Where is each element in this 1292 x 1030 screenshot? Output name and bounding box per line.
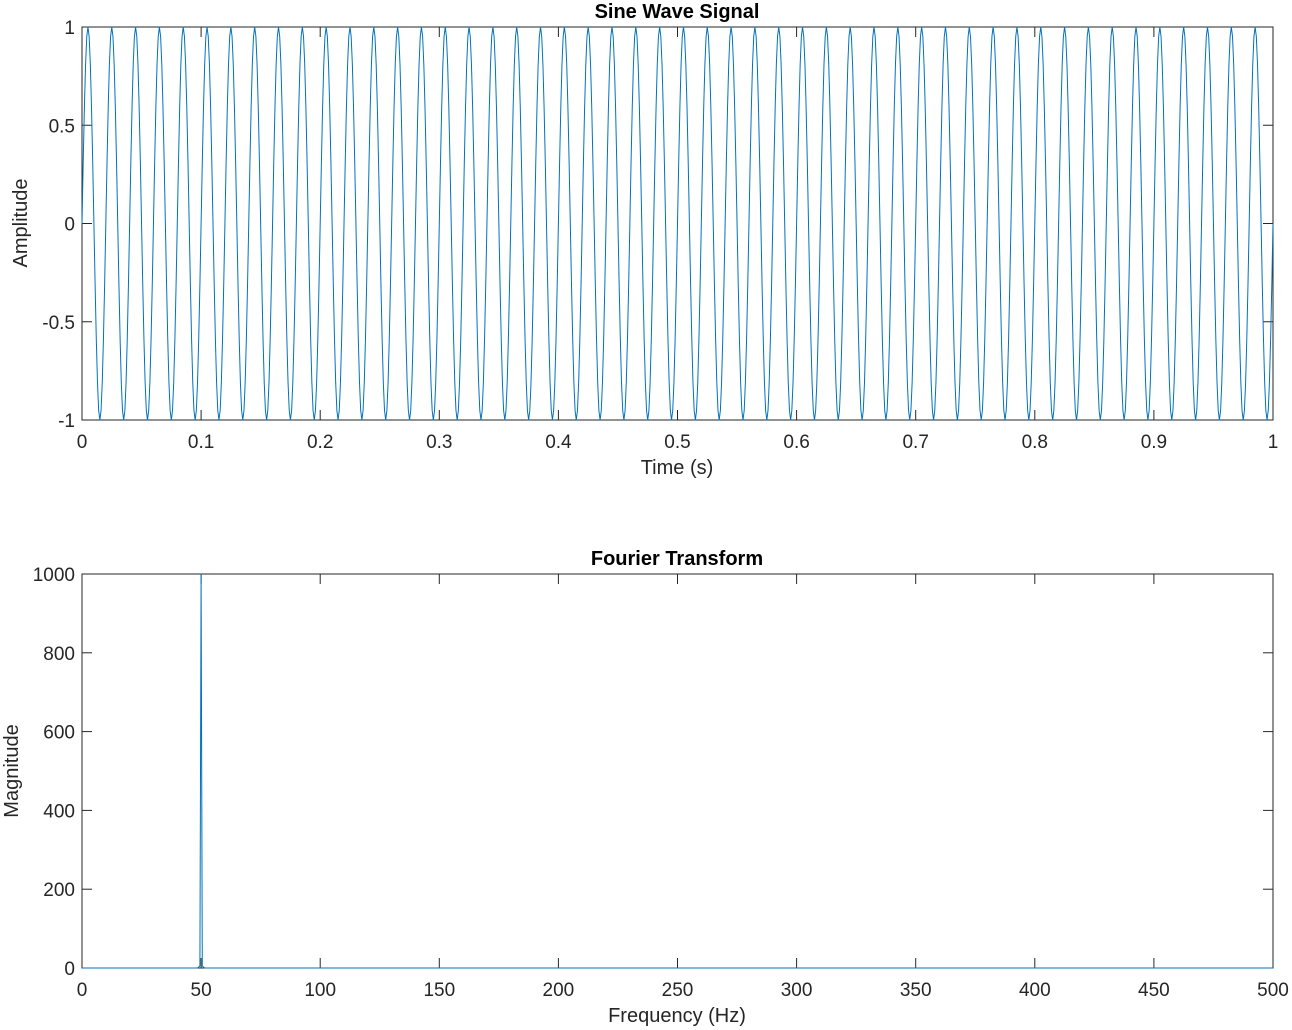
x-tick-label: 0.9 bbox=[1141, 432, 1167, 453]
figure-background bbox=[0, 0, 1292, 1030]
x-tick-label: 0.7 bbox=[902, 432, 928, 453]
x-tick-label: 500 bbox=[1257, 980, 1289, 1001]
y-tick-label: 800 bbox=[43, 644, 75, 665]
x-tick-label: 200 bbox=[543, 980, 575, 1001]
x-tick-label: 0.1 bbox=[188, 432, 214, 453]
y-tick-label: 0 bbox=[64, 215, 75, 236]
x-tick-label: 0.4 bbox=[545, 432, 572, 453]
fourier-x-axis-label: Frequency (Hz) bbox=[608, 1005, 746, 1027]
x-tick-label: 0.5 bbox=[664, 432, 690, 453]
fourier-plot-title: Fourier Transform bbox=[591, 548, 763, 570]
y-tick-label: 400 bbox=[43, 801, 75, 822]
x-tick-label: 300 bbox=[781, 980, 813, 1001]
x-tick-label: 0.6 bbox=[783, 432, 809, 453]
x-tick-label: 1 bbox=[1268, 432, 1279, 453]
sine-plot-title: Sine Wave Signal bbox=[595, 1, 760, 23]
y-tick-label: -0.5 bbox=[42, 313, 75, 334]
y-tick-label: 1 bbox=[64, 18, 75, 39]
y-tick-label: 0.5 bbox=[49, 116, 75, 137]
figure: Sine Wave Signal 0 0.1 0.2 0.3 0.4 0.5 0.6 0.7 0… bbox=[0, 0, 1292, 1030]
y-tick-label: 1000 bbox=[33, 565, 75, 586]
x-tick-label: 0 bbox=[77, 980, 88, 1001]
x-tick-label: 250 bbox=[662, 980, 694, 1001]
sine-y-axis-label: Amplitude bbox=[10, 179, 32, 268]
x-tick-label: 0 bbox=[77, 432, 88, 453]
x-tick-label: 0.8 bbox=[1022, 432, 1048, 453]
sine-x-axis-label: Time (s) bbox=[641, 457, 714, 479]
x-tick-label: 450 bbox=[1138, 980, 1170, 1001]
x-tick-label: 400 bbox=[1019, 980, 1051, 1001]
x-tick-label: 0.3 bbox=[426, 432, 452, 453]
x-tick-label: 0.2 bbox=[307, 432, 333, 453]
x-tick-label: 150 bbox=[423, 980, 455, 1001]
y-tick-label: -1 bbox=[58, 411, 75, 432]
x-tick-label: 350 bbox=[900, 980, 932, 1001]
y-tick-label: 200 bbox=[43, 880, 75, 901]
fourier-y-axis-label: Magnitude bbox=[1, 724, 23, 817]
y-tick-label: 600 bbox=[43, 723, 75, 744]
y-tick-label: 0 bbox=[64, 959, 75, 980]
x-tick-label: 100 bbox=[304, 980, 336, 1001]
x-tick-label: 50 bbox=[191, 980, 212, 1001]
